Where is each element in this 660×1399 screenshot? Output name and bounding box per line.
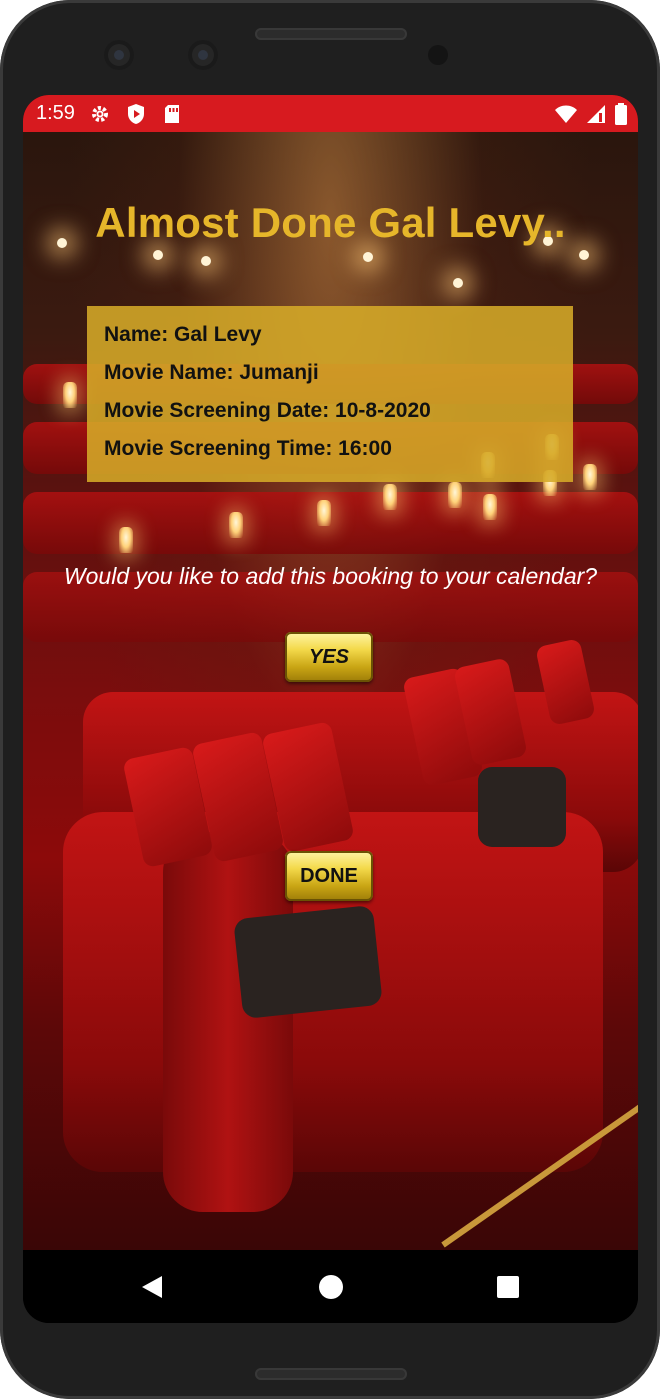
recents-icon[interactable] (493, 1272, 523, 1302)
bottom-speaker (255, 1368, 407, 1380)
front-camera-secondary (188, 40, 218, 70)
phone-frame: 1:59 Almost Done Gal Levy.. Name: Gal Le… (0, 0, 660, 1399)
wifi-icon (554, 104, 578, 129)
settings-icon (89, 103, 111, 125)
status-time: 1:59 (36, 102, 75, 124)
navigation-bar (23, 1250, 638, 1323)
front-camera (104, 40, 134, 70)
battery-icon (614, 103, 628, 130)
add-to-calendar-prompt: Would you like to add this booking to yo… (63, 563, 598, 589)
shield-play-icon (125, 103, 147, 125)
detail-movie-name: Movie Name: Jumanji (104, 361, 319, 384)
detail-name: Name: Gal Levy (104, 323, 262, 346)
yes-button[interactable]: YES (285, 632, 373, 682)
detail-screening-date: Movie Screening Date: 10-8-2020 (104, 399, 431, 422)
booking-details-panel: Name: Gal Levy Movie Name: Jumanji Movie… (87, 306, 573, 482)
detail-screening-time: Movie Screening Time: 16:00 (104, 437, 392, 460)
page-title: Almost Done Gal Levy.. (95, 199, 566, 246)
earpiece-speaker (255, 28, 407, 40)
home-icon[interactable] (316, 1272, 346, 1302)
status-bar: 1:59 (23, 95, 638, 132)
proximity-sensor (428, 45, 448, 65)
signal-icon (586, 104, 606, 129)
back-icon[interactable] (138, 1272, 168, 1302)
screen: 1:59 Almost Done Gal Levy.. Name: Gal Le… (23, 95, 638, 1323)
sd-card-icon (161, 103, 183, 125)
cinema-background-image (23, 132, 638, 1250)
done-button[interactable]: DONE (285, 851, 373, 901)
